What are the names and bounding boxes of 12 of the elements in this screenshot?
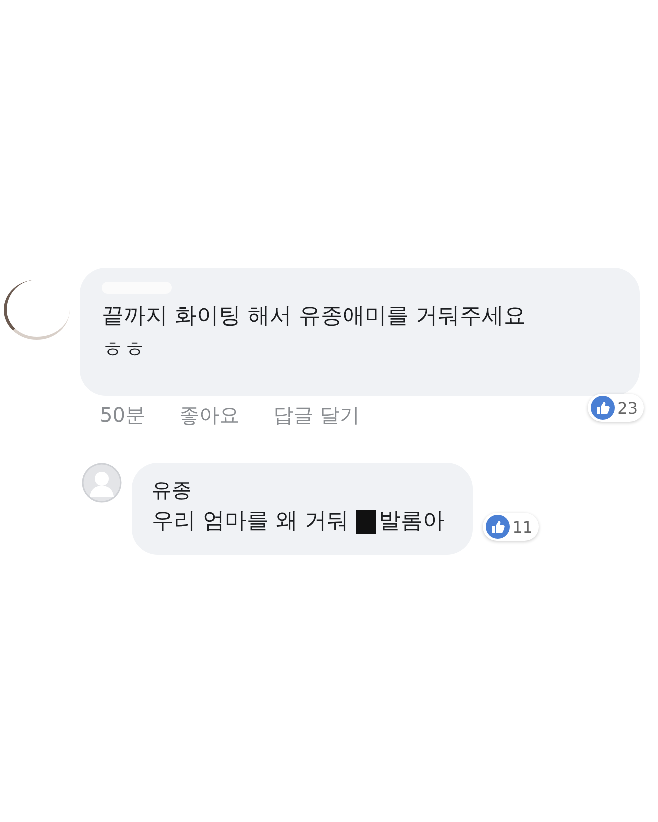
like-count-badge: 11 [482,513,539,541]
thumbs-up-icon [486,515,510,539]
comment-time: 50분 [100,402,146,429]
reply-text: 발롬아 [378,508,445,536]
comment-text: 끝까지 화이팅 해서 유종애미를 거둬주세요 ㅎㅎ [102,303,527,365]
thumbs-up-icon [590,396,615,420]
like-count-badge: 23 [588,394,644,422]
reply-text: 우리 엄마를 왜 거둬 [152,508,349,536]
reply-author: 유종 [152,477,193,504]
comment-action-link[interactable]: 좋아요 [179,402,240,429]
default-avatar-icon [82,463,122,503]
comment-action-link[interactable]: 답글 달기 [273,402,360,429]
